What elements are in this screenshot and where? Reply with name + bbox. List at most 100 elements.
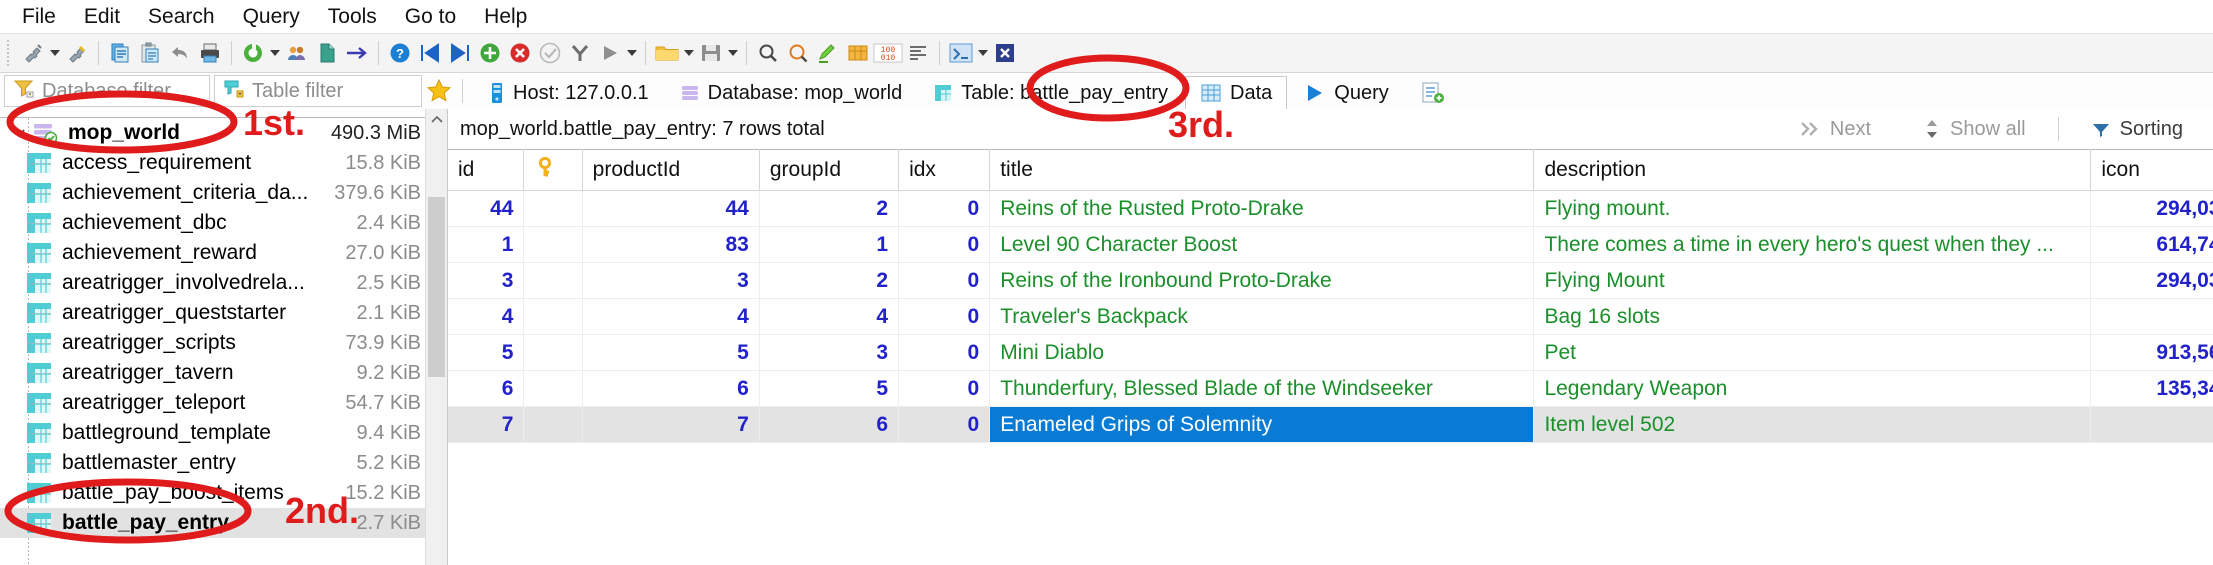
cell-blank[interactable] [524,191,582,227]
menu-item-file[interactable]: File [8,1,70,33]
cell-id[interactable]: 1 [448,227,524,263]
new-file-icon[interactable] [312,38,342,68]
cell-description[interactable]: There comes a time in every hero's quest… [1534,227,2091,263]
cell-idx[interactable]: 0 [899,407,990,443]
cell-groupId[interactable]: 2 [759,191,898,227]
data-grid[interactable]: idproductIdgroupIdidxtitledescriptionico… [448,149,2213,565]
cell-idx[interactable]: 0 [899,227,990,263]
cell-icon[interactable]: 135,349 [2091,371,2213,407]
cell-groupId[interactable]: 3 [759,335,898,371]
column-header-description[interactable]: description [1534,150,2091,191]
cell-blank[interactable] [524,299,582,335]
run-query-icon[interactable] [595,38,625,68]
previous-icon[interactable] [415,38,445,68]
cell-title[interactable]: Reins of the Rusted Proto-Drake [990,191,1534,227]
insert-row-icon[interactable] [475,38,505,68]
tab-host[interactable]: Host: 127.0.0.1 [475,77,663,109]
refresh-dropdown-caret[interactable] [268,38,282,68]
menu-item-help[interactable]: Help [470,1,541,33]
sidebar-scroll-thumb[interactable] [428,197,445,377]
cell-title[interactable]: Level 90 Character Boost [990,227,1534,263]
table-row[interactable]: 3320Reins of the Ironbound Proto-DrakeFl… [448,263,2213,299]
table-row[interactable]: 7760Enameled Grips of SolemnityItem leve… [448,407,2213,443]
save-icon[interactable] [696,38,726,68]
tree-item-database-root[interactable]: mop_world490.3 MiB [0,118,447,148]
data-view-icon[interactable] [843,38,873,68]
cell-productId[interactable]: 3 [582,263,759,299]
tab-query[interactable]: Query [1290,77,1402,109]
cell-id[interactable]: 7 [448,407,524,443]
cell-blank[interactable] [524,335,582,371]
menu-item-query[interactable]: Query [229,1,314,33]
cell-blank[interactable] [524,263,582,299]
cell-blank[interactable] [524,407,582,443]
connect-dropdown-caret[interactable] [48,38,62,68]
cell-description[interactable]: Item level 502 [1534,407,2091,443]
tree-item-table[interactable]: areatrigger_scripts73.9 KiB [0,328,447,358]
undo-icon[interactable] [165,38,195,68]
tree-item-table[interactable]: battle_pay_boost_items15.2 KiB [0,478,447,508]
cell-description[interactable]: Pet [1534,335,2091,371]
tree-item-table[interactable]: achievement_criteria_da...379.6 KiB [0,178,447,208]
delete-row-icon[interactable] [505,38,535,68]
tree-item-table[interactable]: battle_pay_entry2.7 KiB [0,508,447,538]
tree-item-table[interactable]: battleground_template9.4 KiB [0,418,447,448]
disconnect-icon[interactable] [62,38,92,68]
cell-groupId[interactable]: 6 [759,407,898,443]
next-icon[interactable] [445,38,475,68]
tree-item-table[interactable]: areatrigger_teleport54.7 KiB [0,388,447,418]
tree-item-table[interactable]: achievement_dbc2.4 KiB [0,208,447,238]
execute-arrow-icon[interactable] [342,38,372,68]
cell-productId[interactable]: 6 [582,371,759,407]
menu-item-go-to[interactable]: Go to [391,1,470,33]
help-icon[interactable]: ? [385,38,415,68]
database-filter[interactable]: Database filter [4,75,210,107]
cell-icon[interactable]: 294,032 [2091,191,2213,227]
cell-groupId[interactable]: 5 [759,371,898,407]
cell-idx[interactable]: 0 [899,299,990,335]
find-icon[interactable] [753,38,783,68]
cell-description[interactable]: Flying Mount [1534,263,2091,299]
cell-title-selected[interactable]: Enameled Grips of Solemnity [990,407,1534,443]
cell-blank[interactable] [524,371,582,407]
cell-icon[interactable]: 294,032 [2091,263,2213,299]
tab-table[interactable]: Table: battle_pay_entry [919,77,1182,109]
cell-icon[interactable]: 0 [2091,299,2213,335]
cell-icon[interactable]: 0 [2091,407,2213,443]
tree-item-table[interactable]: access_requirement15.8 KiB [0,148,447,178]
favorites-button[interactable] [422,73,456,109]
sidebar-scrollbar[interactable] [425,109,447,565]
run-dropdown-caret[interactable] [625,38,639,68]
users-icon[interactable] [282,38,312,68]
tab-data[interactable]: Data [1185,76,1287,109]
cell-groupId[interactable]: 1 [759,227,898,263]
highlight-icon[interactable] [813,38,843,68]
table-row[interactable]: 444420Reins of the Rusted Proto-DrakeFly… [448,191,2213,227]
binary-view-icon[interactable]: 100010 [873,38,903,68]
apply-changes-icon[interactable] [535,38,565,68]
table-row[interactable]: 5530Mini DiabloPet913,566020 [448,335,2213,371]
cell-title[interactable]: Mini Diablo [990,335,1534,371]
cell-id[interactable]: 6 [448,371,524,407]
cell-title[interactable]: Thunderfury, Blessed Blade of the Windse… [990,371,1534,407]
column-header-icon[interactable]: icon [2091,150,2213,191]
cell-description[interactable]: Flying mount. [1534,191,2091,227]
cell-productId[interactable]: 83 [582,227,759,263]
cell-productId[interactable]: 44 [582,191,759,227]
tree-item-table[interactable]: areatrigger_tavern9.2 KiB [0,358,447,388]
cancel-changes-icon[interactable] [565,38,595,68]
cell-id[interactable]: 44 [448,191,524,227]
tools-icon[interactable] [946,38,976,68]
menu-item-search[interactable]: Search [134,1,229,33]
cell-description[interactable]: Bag 16 slots [1534,299,2091,335]
table-row[interactable]: 4440Traveler's BackpackBag 16 slots0020 [448,299,2213,335]
replace-icon[interactable] [783,38,813,68]
cell-icon[interactable]: 913,566 [2091,335,2213,371]
refresh-icon[interactable] [238,38,268,68]
menu-item-edit[interactable]: Edit [70,1,134,33]
cell-idx[interactable]: 0 [899,191,990,227]
list-view-icon[interactable] [903,38,933,68]
open-folder-icon[interactable] [652,38,682,68]
tree-item-table[interactable]: battlemaster_entry5.2 KiB [0,448,447,478]
scroll-up-button[interactable] [426,109,447,130]
